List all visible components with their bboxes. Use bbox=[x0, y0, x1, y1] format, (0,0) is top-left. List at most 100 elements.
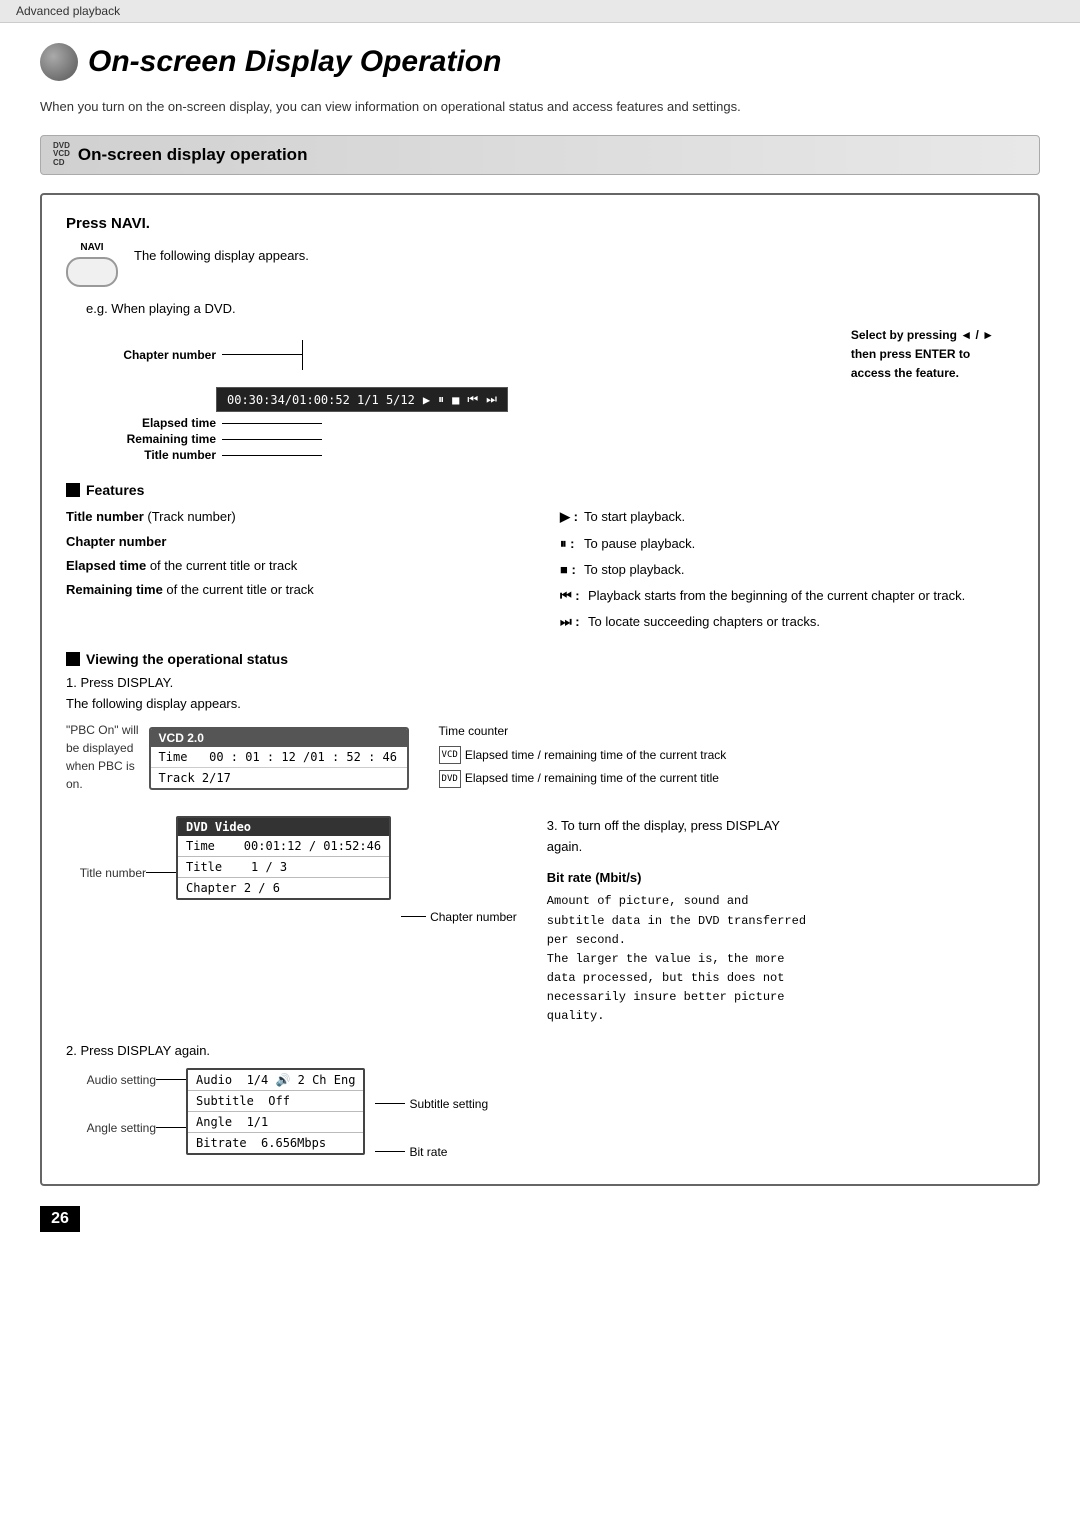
vcd-header: VCD 2.0 bbox=[151, 729, 407, 747]
page-title-wrap: On-screen Display Operation bbox=[40, 43, 1040, 81]
feature-right-next: ⏭ :To locate succeeding chapters or trac… bbox=[560, 611, 1014, 633]
dvd-left-labels: Title number bbox=[66, 816, 176, 906]
title-icon bbox=[40, 43, 78, 81]
dvd-box-area: DVD Video Time 00:01:12 / 01:52:46 Title… bbox=[176, 816, 391, 900]
settings-area: Audio setting Angle setting bbox=[66, 1068, 1014, 1164]
chapter-vert-line bbox=[302, 340, 303, 370]
vcd-display-area: "PBC On" willbe displayedwhen PBC ison. … bbox=[66, 721, 1014, 796]
osd-prev-btn: ⏮ bbox=[467, 392, 478, 407]
feature-left-4: Remaining time of the current title or t… bbox=[66, 579, 520, 601]
angle-row: Angle 1/1 bbox=[188, 1112, 363, 1133]
dvd-right-labels: Chapter number bbox=[401, 816, 517, 928]
pbc-note: "PBC On" willbe displayedwhen PBC ison. bbox=[66, 721, 139, 793]
dvd-elapsed-row: DVD Elapsed time / remaining time of the… bbox=[439, 768, 727, 790]
bitrate-desc: Amount of picture, sound and subtitle da… bbox=[547, 892, 807, 1026]
bitrate-row: Bitrate 6.656Mbps bbox=[188, 1133, 363, 1153]
osd-bar: 00:30:34/01:00:52 1/1 5/12 ▶ ⏸ ■ ⏮ ⏭ bbox=[216, 387, 508, 412]
feature-right-stop: ■ :To stop playback. bbox=[560, 559, 1014, 581]
top-bar-label: Advanced playback bbox=[16, 4, 120, 18]
settings-labels-col: Audio setting Angle setting bbox=[66, 1068, 186, 1164]
angle-setting-label: Angle setting bbox=[66, 1121, 156, 1135]
section-header-title: On-screen display operation bbox=[78, 145, 308, 165]
display-again-section: 2. Press DISPLAY again. Audio setting An… bbox=[66, 1043, 1014, 1164]
chapter-number-label: Chapter number bbox=[86, 348, 216, 362]
features-right: ▶ :To start playback. ⏸ :To pause playba… bbox=[560, 506, 1014, 636]
elapsed-time-label: Elapsed time bbox=[116, 416, 216, 430]
dvd-chapter-row: Chapter 2 / 6 bbox=[178, 878, 389, 898]
vcd-display-box: VCD 2.0 Time 00 : 01 : 12 /01 : 52 : 46 … bbox=[149, 727, 409, 790]
disc-icons: DVD VCD CD bbox=[53, 142, 70, 168]
feature-left-2: Chapter number bbox=[66, 531, 520, 553]
step3-area: 3. To turn off the display, press DISPLA… bbox=[547, 816, 807, 1027]
page-title: On-screen Display Operation bbox=[88, 45, 501, 79]
dvd-title-row: Title 1 / 3 bbox=[178, 857, 389, 878]
dvd-example-label: e.g. When playing a DVD. bbox=[86, 301, 1014, 316]
remaining-label-row: Remaining time bbox=[116, 432, 994, 446]
chapter-line bbox=[222, 354, 302, 355]
settings-right-labels: Subtitle setting Bit rate bbox=[375, 1068, 488, 1164]
elapsed-label-row: Elapsed time bbox=[116, 416, 994, 430]
vcd-track-row: Track 2/17 bbox=[151, 768, 407, 788]
feature-right-prev: ⏮ :Playback starts from the beginning of… bbox=[560, 585, 1014, 607]
dvd-header: DVD Video bbox=[178, 818, 389, 836]
section-header: DVD VCD CD On-screen display operation bbox=[40, 135, 1040, 175]
vcd-time-row: Time 00 : 01 : 12 /01 : 52 : 46 bbox=[151, 747, 407, 768]
features-title: Features bbox=[86, 482, 144, 498]
feature-left-1: Title number (Track number) bbox=[66, 506, 520, 528]
osd-next-btn: ⏭ bbox=[486, 392, 497, 407]
features-icon bbox=[66, 483, 80, 497]
diagram-area: Chapter number Select by pressing ◄ / ► … bbox=[86, 326, 994, 463]
step1-label: 1. Press DISPLAY. bbox=[66, 675, 1014, 690]
feature-right-play: ▶ :To start playback. bbox=[560, 506, 1014, 528]
bitrate-title: Bit rate (Mbit/s) bbox=[547, 868, 807, 889]
viewing-section: Viewing the operational status 1. Press … bbox=[66, 651, 1014, 1164]
title-number-label-row: Title number bbox=[116, 448, 994, 462]
viewing-header: Viewing the operational status bbox=[66, 651, 1014, 667]
osd-bar-row: 00:30:34/01:00:52 1/1 5/12 ▶ ⏸ ■ ⏮ ⏭ bbox=[216, 387, 994, 414]
osd-pause-btn: ⏸ bbox=[438, 392, 444, 407]
navi-row: NAVI The following display appears. bbox=[66, 242, 1014, 287]
osd-timecode: 00:30:34/01:00:52 1/1 5/12 bbox=[227, 393, 415, 407]
chapter-number-side-label: Chapter number bbox=[430, 910, 517, 924]
vcd-box-wrap: VCD 2.0 Time 00 : 01 : 12 /01 : 52 : 46 … bbox=[149, 721, 409, 796]
main-content: On-screen Display Operation When you tur… bbox=[0, 23, 1080, 1262]
audio-setting-label: Audio setting bbox=[66, 1073, 156, 1087]
viewing-icon bbox=[66, 652, 80, 666]
navi-label: NAVI bbox=[80, 242, 103, 253]
title-number-side-label: Title number bbox=[66, 866, 146, 880]
dvd-display-box: DVD Video Time 00:01:12 / 01:52:46 Title… bbox=[176, 816, 391, 900]
osd-stop-btn: ■ bbox=[452, 393, 459, 407]
navi-button[interactable] bbox=[66, 257, 118, 287]
features-left: Title number (Track number) Chapter numb… bbox=[66, 506, 520, 636]
time-counter-area: Time counter VCD Elapsed time / remainin… bbox=[439, 721, 727, 790]
page-number-bar: 26 bbox=[40, 1206, 1040, 1232]
features-section: Features Title number (Track number) Cha… bbox=[66, 482, 1014, 636]
select-press-note: Select by pressing ◄ / ► then press ENTE… bbox=[851, 326, 994, 384]
main-box: Press NAVI. NAVI The following display a… bbox=[40, 193, 1040, 1186]
time-counter-label: Time counter bbox=[439, 721, 727, 743]
title-number-label: Title number bbox=[116, 448, 216, 462]
settings-box: Audio 1/4 🔊 2 Ch Eng Subtitle Off Angle … bbox=[186, 1068, 365, 1155]
page-description: When you turn on the on-screen display, … bbox=[40, 97, 1040, 117]
remaining-time-label: Remaining time bbox=[116, 432, 216, 446]
subtitle-setting-right-label: Subtitle setting bbox=[409, 1097, 488, 1111]
features-grid: Title number (Track number) Chapter numb… bbox=[66, 506, 1014, 636]
navi-description: The following display appears. bbox=[134, 242, 309, 263]
feature-left-3: Elapsed time of the current title or tra… bbox=[66, 555, 520, 577]
audio-row: Audio 1/4 🔊 2 Ch Eng bbox=[188, 1070, 363, 1091]
feature-right-pause: ⏸ :To pause playback. bbox=[560, 533, 1014, 555]
bitrate-right-label: Bit rate bbox=[409, 1145, 447, 1159]
subtitle-row: Subtitle Off bbox=[188, 1091, 363, 1112]
press-navi-title: Press NAVI. bbox=[66, 215, 1014, 232]
viewing-title: Viewing the operational status bbox=[86, 651, 288, 667]
top-bar: Advanced playback bbox=[0, 0, 1080, 23]
step2-label: 2. Press DISPLAY again. bbox=[66, 1043, 1014, 1058]
vcd-left-area: "PBC On" willbe displayedwhen PBC ison. … bbox=[66, 721, 409, 796]
elapsed-remaining-labels: Elapsed time Remaining time Title number bbox=[116, 416, 994, 462]
chapter-number-label-area: Chapter number Select by pressing ◄ / ► … bbox=[86, 326, 994, 384]
dvd-display-wrap: Title number DVD Video Time 00:01:12 / 0… bbox=[66, 816, 1014, 1027]
dvd-time-row: Time 00:01:12 / 01:52:46 bbox=[178, 836, 389, 857]
vcd-elapsed-row: VCD Elapsed time / remaining time of the… bbox=[439, 745, 727, 767]
step1-sub-label: The following display appears. bbox=[66, 696, 1014, 711]
osd-play-btn: ▶ bbox=[423, 393, 430, 407]
